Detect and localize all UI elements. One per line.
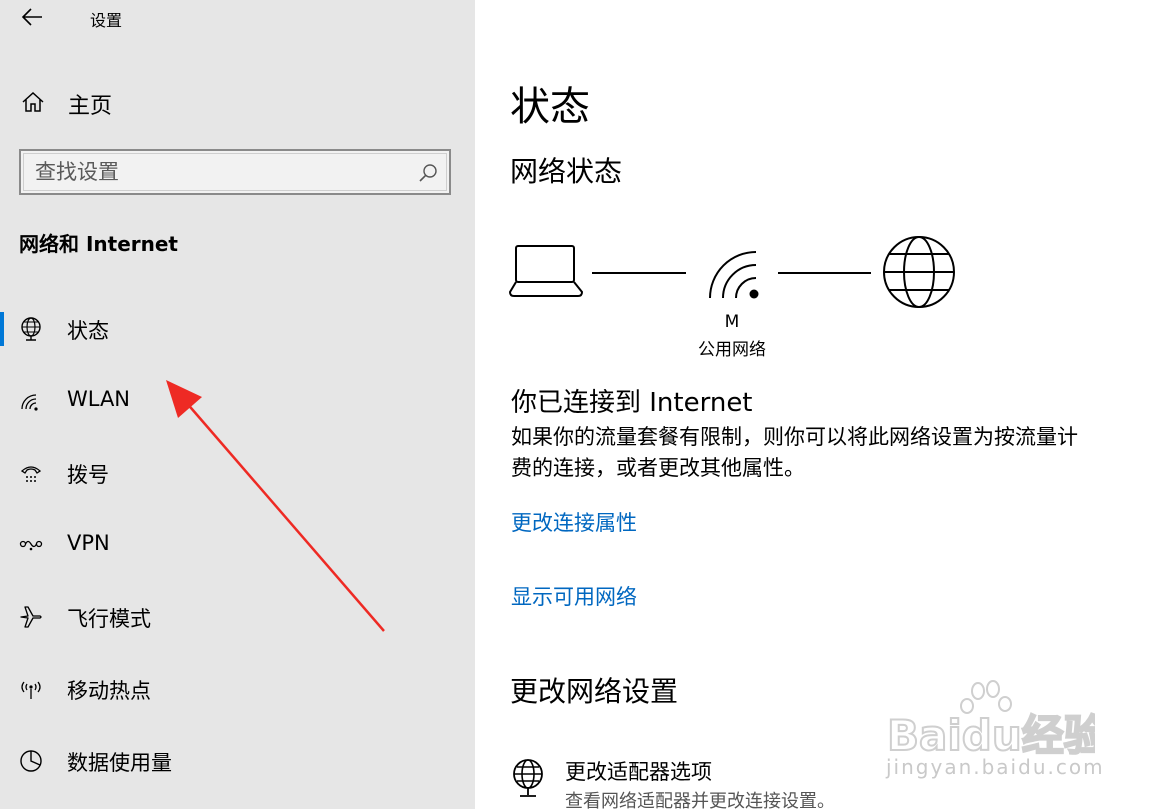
connection-description: 如果你的流量套餐有限制，则你可以将此网络设置为按流量计 费的连接，或者更改其他属… bbox=[511, 422, 1151, 484]
section-title: 网络和 Internet bbox=[19, 232, 178, 256]
airplane-icon bbox=[20, 606, 42, 628]
internet-globe-icon bbox=[883, 236, 955, 308]
sidebar-item-label: WLAN bbox=[67, 387, 131, 411]
sidebar-item-vpn[interactable]: VPN bbox=[0, 518, 475, 570]
sidebar-item-mobile-hotspot[interactable]: 移动热点 bbox=[0, 662, 475, 714]
hotspot-icon bbox=[21, 681, 41, 699]
sidebar-item-label: VPN bbox=[67, 531, 110, 555]
back-arrow-icon bbox=[21, 8, 42, 26]
sidebar-item-data-usage[interactable]: 数据使用量 bbox=[0, 734, 475, 786]
search-input[interactable] bbox=[35, 157, 395, 187]
sidebar: 设置 主页 网络和 Internet 状态 WLAN bbox=[0, 0, 475, 809]
laptop-icon bbox=[508, 245, 584, 297]
adapter-description: 查看网络适配器并更改连接设置。 bbox=[565, 791, 835, 809]
description-line: 费的连接，或者更改其他属性。 bbox=[511, 456, 805, 480]
sidebar-item-status[interactable]: 状态 bbox=[0, 302, 475, 354]
network-status-heading: 网络状态 bbox=[510, 155, 623, 188]
sidebar-item-label: 主页 bbox=[68, 94, 113, 119]
sidebar-item-dialup[interactable]: 拨号 bbox=[0, 446, 475, 498]
change-network-settings-heading: 更改网络设置 bbox=[510, 675, 679, 708]
page-title: 状态 bbox=[510, 84, 590, 130]
network-name: M bbox=[724, 312, 740, 332]
dialup-icon bbox=[20, 466, 42, 482]
network-type: 公用网络 bbox=[698, 340, 766, 360]
sidebar-item-label: 数据使用量 bbox=[67, 751, 172, 775]
globe-pc-icon bbox=[21, 317, 41, 341]
sidebar-item-wlan[interactable]: WLAN bbox=[0, 374, 475, 426]
sidebar-item-label: 拨号 bbox=[67, 463, 109, 487]
data-usage-icon bbox=[20, 750, 42, 772]
description-line: 如果你的流量套餐有限制，则你可以将此网络设置为按流量计 bbox=[511, 425, 1078, 449]
title-bar: 设置 bbox=[0, 0, 475, 36]
show-available-networks-link[interactable]: 显示可用网络 bbox=[511, 581, 637, 611]
watermark-brand: Baidu经验 bbox=[887, 711, 1095, 760]
sidebar-item-home[interactable]: 主页 bbox=[0, 80, 475, 124]
baidu-jingyan-watermark: Baidu经验 bbox=[886, 680, 1095, 760]
connection-status-text: 你已连接到 Internet bbox=[511, 388, 753, 418]
sidebar-item-airplane-mode[interactable]: 飞行模式 bbox=[0, 590, 475, 642]
back-button[interactable] bbox=[18, 4, 46, 30]
network-diagram: M 公用网络 bbox=[505, 230, 965, 360]
network-adapter-icon bbox=[513, 759, 543, 797]
watermark-url: jingyan.baidu.com bbox=[886, 755, 1105, 779]
app-title: 设置 bbox=[90, 11, 123, 30]
change-adapter-options-link[interactable]: 更改适配器选项 bbox=[565, 756, 712, 786]
sidebar-item-label: 移动热点 bbox=[67, 679, 151, 703]
vpn-icon bbox=[19, 540, 43, 551]
home-icon bbox=[22, 91, 44, 112]
sidebar-item-label: 飞行模式 bbox=[67, 607, 151, 631]
search-box[interactable] bbox=[19, 149, 451, 195]
sidebar-item-label: 状态 bbox=[67, 319, 109, 343]
change-connection-properties-link[interactable]: 更改连接属性 bbox=[511, 507, 637, 537]
search-icon[interactable] bbox=[417, 162, 439, 184]
wifi-icon bbox=[21, 394, 38, 411]
wifi-signal-icon bbox=[709, 251, 759, 299]
